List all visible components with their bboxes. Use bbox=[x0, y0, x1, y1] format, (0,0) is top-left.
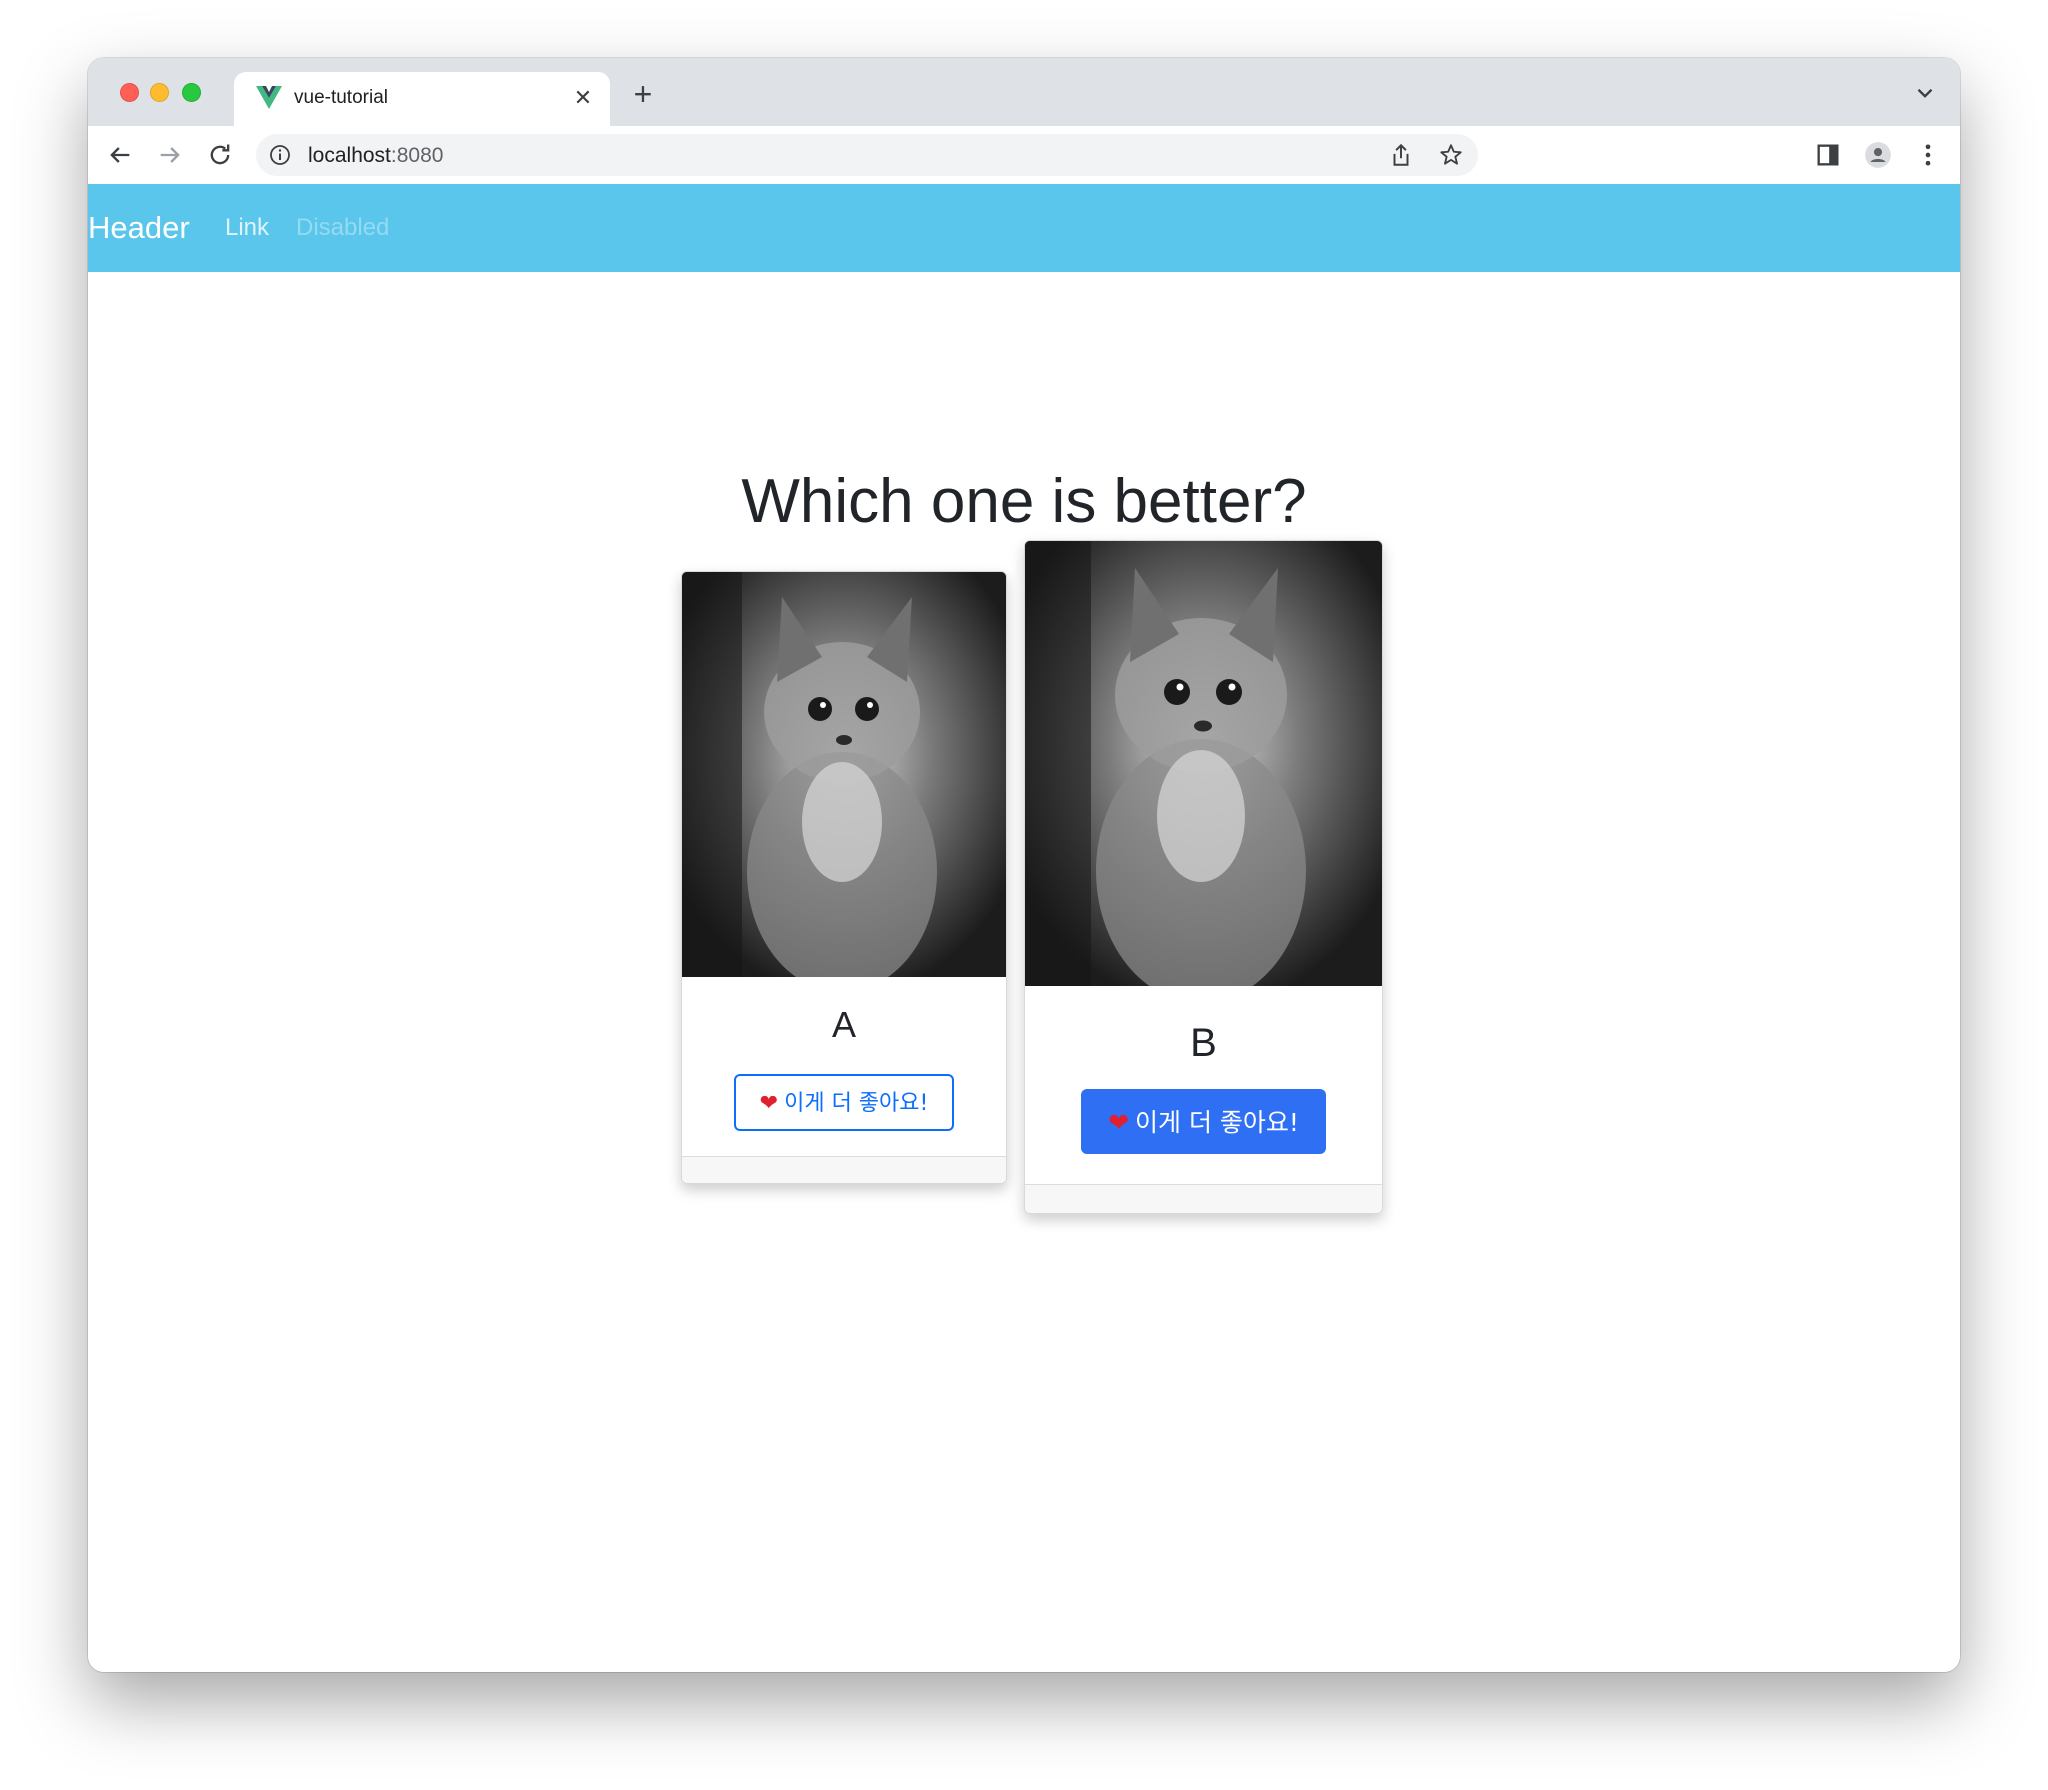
nav-link[interactable]: Link bbox=[225, 214, 269, 242]
close-icon[interactable]: ✕ bbox=[570, 85, 596, 111]
card-footer bbox=[1025, 1184, 1382, 1213]
tab-strip: vue-tutorial ✕ + bbox=[88, 58, 1960, 126]
tab-title: vue-tutorial bbox=[294, 87, 388, 108]
heart-icon: ❤ bbox=[759, 1091, 779, 1116]
page-content: Header Link Disabled Which one is better… bbox=[88, 184, 1960, 1672]
reload-icon[interactable] bbox=[206, 141, 234, 169]
forward-arrow-icon[interactable] bbox=[156, 141, 184, 169]
nav-link-disabled: Disabled bbox=[296, 214, 390, 241]
more-menu-icon[interactable] bbox=[1914, 141, 1942, 169]
chevron-down-icon[interactable] bbox=[1912, 80, 1938, 106]
bookmark-star-icon[interactable] bbox=[1438, 142, 1464, 168]
like-button-label: 이게 더 좋아요! bbox=[784, 1091, 929, 1116]
cat-photo bbox=[682, 572, 1006, 977]
heart-icon: ❤ bbox=[1108, 1108, 1130, 1137]
back-arrow-icon[interactable] bbox=[106, 141, 134, 169]
navbar: Header Link Disabled bbox=[88, 184, 1960, 272]
url-host: localhost bbox=[308, 144, 391, 167]
side-panel-icon[interactable] bbox=[1814, 141, 1842, 169]
share-icon[interactable] bbox=[1388, 142, 1414, 168]
navbar-brand[interactable]: Header bbox=[88, 210, 190, 246]
like-button-b[interactable]: ❤ 이게 더 좋아요! bbox=[1081, 1089, 1326, 1154]
choice-card-b: B ❤ 이게 더 좋아요! bbox=[1024, 540, 1383, 1214]
browser-toolbar: localhost:8080 bbox=[88, 126, 1960, 185]
card-title: A bbox=[831, 1004, 856, 1045]
close-window-button[interactable] bbox=[120, 83, 139, 102]
cat-photo bbox=[1025, 541, 1382, 986]
browser-tab[interactable]: vue-tutorial ✕ bbox=[234, 72, 610, 126]
page-title: Which one is better? bbox=[741, 467, 1307, 536]
address-bar[interactable]: localhost:8080 bbox=[256, 134, 1478, 176]
info-icon[interactable] bbox=[268, 143, 292, 167]
url-text[interactable]: localhost:8080 bbox=[308, 144, 443, 168]
choice-card-a: A ❤ 이게 더 좋아요! bbox=[681, 571, 1007, 1184]
minimize-window-button[interactable] bbox=[150, 83, 169, 102]
maximize-window-button[interactable] bbox=[182, 83, 201, 102]
browser-window: vue-tutorial ✕ + localhost:8080 Header L… bbox=[88, 58, 1960, 1672]
card-title: B bbox=[1190, 1021, 1217, 1065]
like-button-label: 이게 더 좋아요! bbox=[1135, 1108, 1299, 1137]
url-port: :8080 bbox=[390, 144, 444, 167]
card-footer bbox=[682, 1156, 1006, 1183]
new-tab-button[interactable]: + bbox=[626, 78, 660, 112]
vue-logo-icon bbox=[256, 86, 282, 109]
profile-avatar-icon[interactable] bbox=[1864, 141, 1892, 169]
like-button-a[interactable]: ❤ 이게 더 좋아요! bbox=[734, 1074, 954, 1131]
